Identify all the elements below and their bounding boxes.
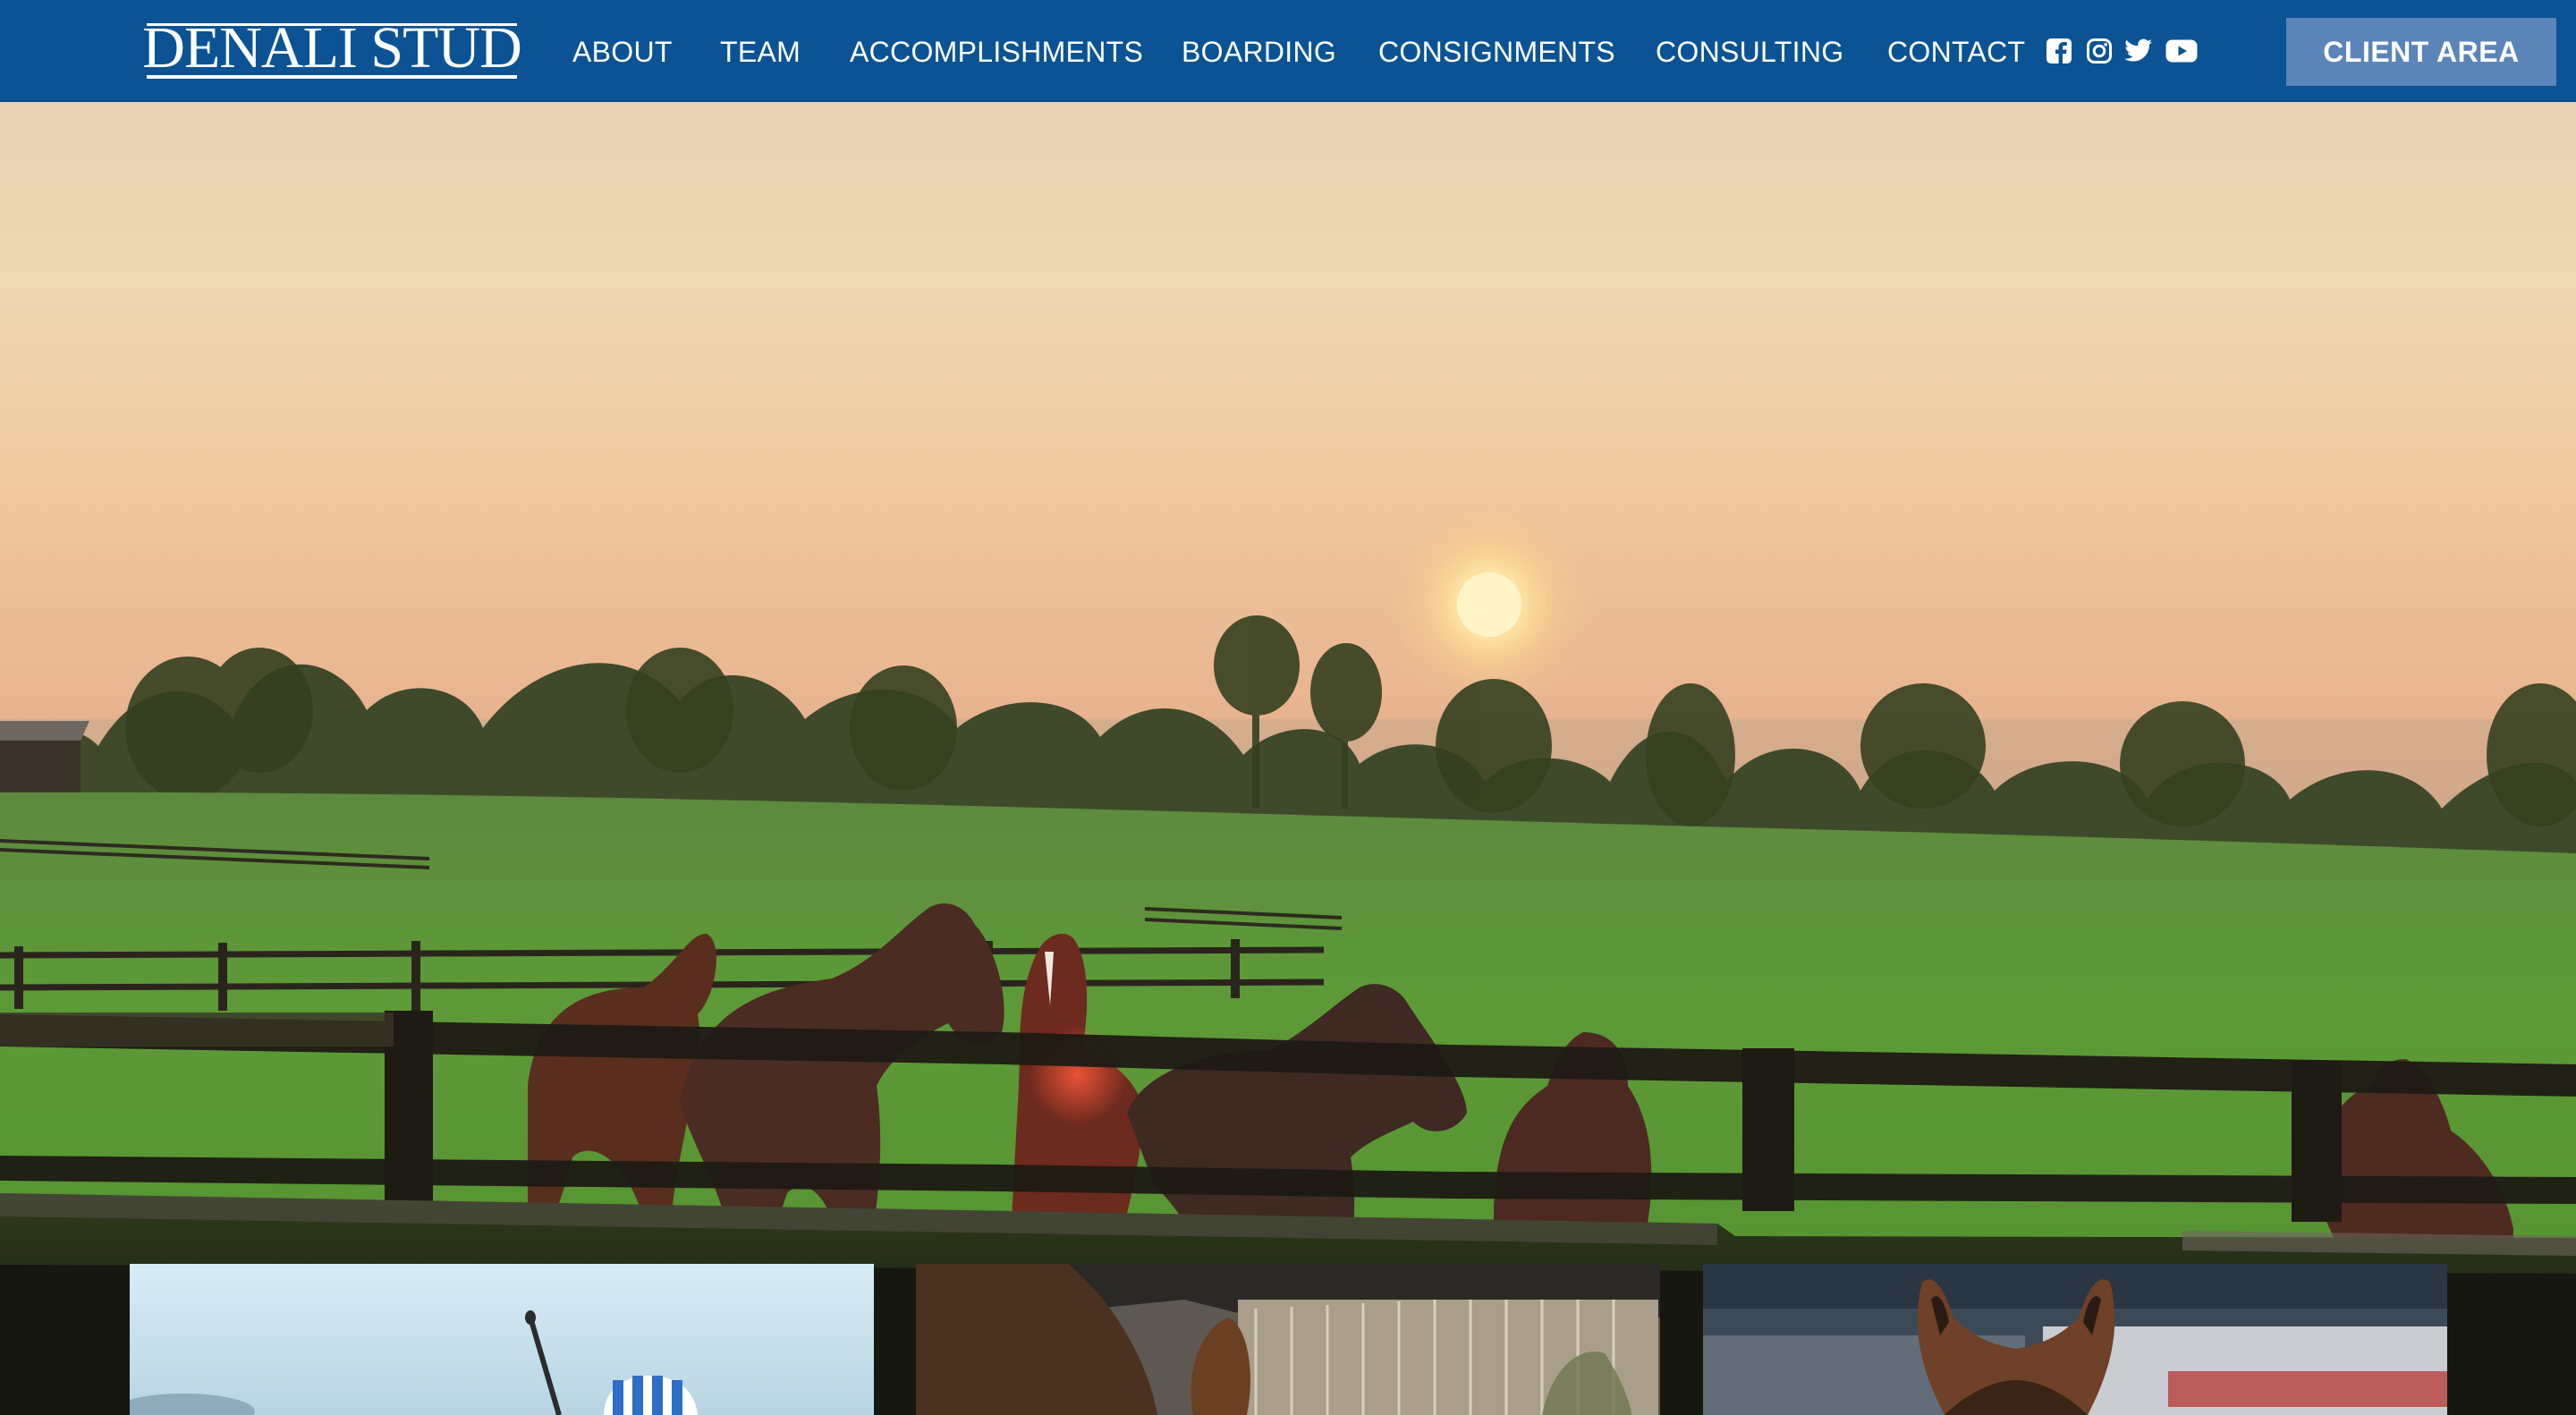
feature-card-sales[interactable] <box>916 1264 1660 1415</box>
site-header: DENALI STUD ABOUT TEAM ACCOMPLISHMENTS B… <box>0 0 2576 102</box>
youtube-icon[interactable] <box>2165 36 2199 66</box>
racing-jockey-photo <box>130 1264 874 1415</box>
feature-card-horse[interactable] <box>1703 1264 2447 1415</box>
nav-item-about[interactable]: ABOUT <box>572 34 673 70</box>
instagram-icon[interactable] <box>2084 36 2114 66</box>
nav-item-contact[interactable]: CONTACT <box>1887 34 2025 70</box>
nav-item-consignments[interactable]: CONSIGNMENTS <box>1378 34 1615 70</box>
facebook-icon[interactable] <box>2044 36 2074 66</box>
nav-item-boarding[interactable]: BOARDING <box>1182 34 1336 70</box>
twitter-icon[interactable] <box>2123 36 2154 66</box>
nav-item-team[interactable]: TEAM <box>720 34 801 70</box>
horse-portrait-photo <box>1703 1264 2447 1415</box>
sales-ring-photo <box>916 1264 1660 1415</box>
hero-landscape-photo <box>0 102 2576 1415</box>
client-area-button[interactable]: CLIENT AREA <box>2286 18 2556 86</box>
feature-card-racing[interactable] <box>130 1264 874 1415</box>
hero-image <box>0 102 2576 1415</box>
nav-item-accomplishments[interactable]: ACCOMPLISHMENTS <box>850 34 1143 70</box>
nav-item-consulting[interactable]: CONSULTING <box>1656 34 1843 70</box>
